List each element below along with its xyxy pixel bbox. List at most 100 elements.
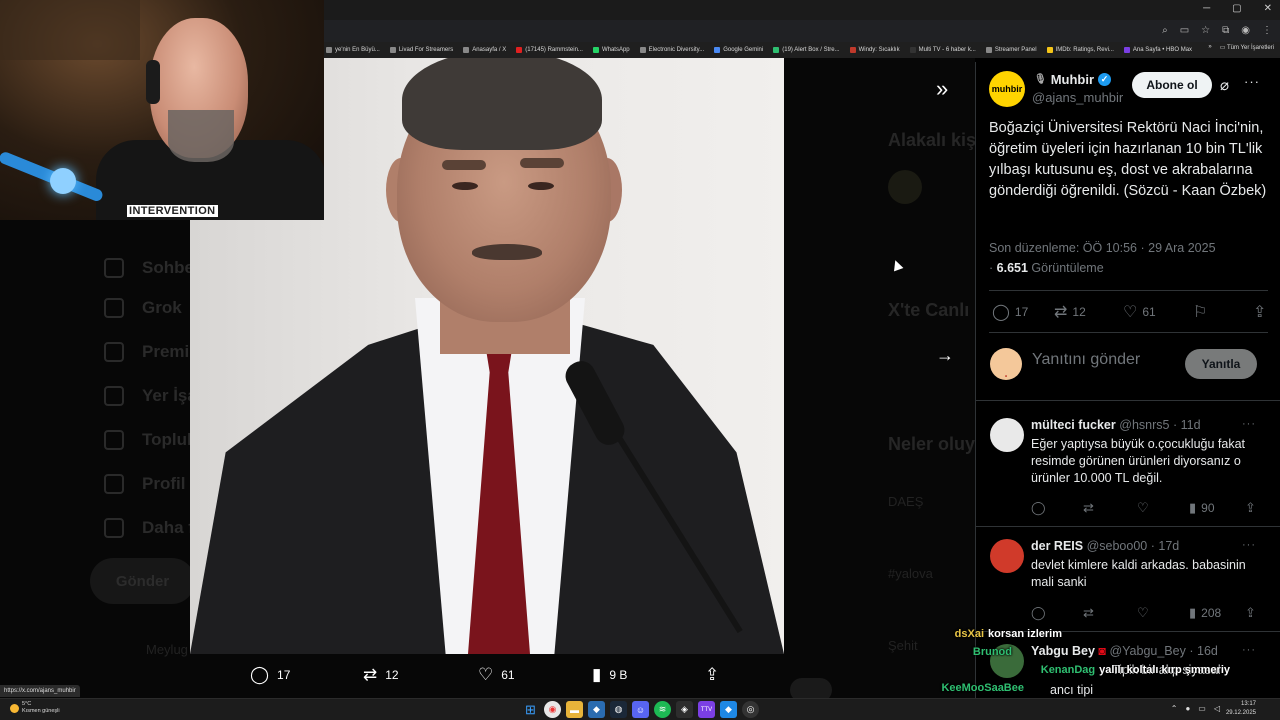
heart-icon[interactable]: ♡ (1137, 500, 1149, 516)
chevron-double-right-icon[interactable]: » (1208, 44, 1211, 51)
bookmark[interactable]: Ana Sayfa • HBO Max (1123, 47, 1192, 53)
share-button[interactable]: ⇪ (1253, 302, 1266, 322)
retweet-icon[interactable]: ⇄ (1083, 605, 1094, 621)
bookmark[interactable]: Electronic Diversity... (639, 47, 704, 53)
cast-icon[interactable]: ▭ (1180, 25, 1189, 36)
bookmarks-bar: ye'nin En Büyü... Livad For Streamers An… (324, 42, 1280, 58)
media-like-button[interactable]: ♡ 61 (478, 665, 515, 685)
network-icon[interactable]: ▭ (1198, 704, 1206, 713)
trend-item[interactable]: DAEŞ (888, 494, 923, 509)
share-icon[interactable]: ⇪ (1245, 500, 1256, 516)
author-handle[interactable]: @ajans_muhbir (1032, 90, 1123, 105)
address-bar-icons: ⌕ ▭ ☆ ⧉ ◉ ⋮ (1162, 25, 1272, 36)
views-button[interactable]: ▮ 90 (1189, 500, 1215, 516)
media-retweet-button[interactable]: ⇄ 12 (363, 665, 399, 685)
reply-button[interactable]: ◯ 17 (992, 302, 1028, 322)
bookmark[interactable]: Google Gemini (714, 47, 763, 53)
comment-avatar[interactable] (990, 539, 1024, 573)
chevron-up-icon[interactable]: ⌃ (1171, 704, 1178, 713)
address-bar[interactable]: ⌕ ▭ ☆ ⧉ ◉ ⋮ (324, 20, 1280, 42)
webcam-shelf (0, 0, 140, 60)
author-avatar[interactable]: muhbir (989, 71, 1025, 107)
app-icon[interactable]: ◈ (676, 701, 693, 718)
reply-icon[interactable]: ◯ (1031, 605, 1046, 621)
media-reply-button[interactable]: ◯ 17 (250, 665, 290, 685)
chrome-icon[interactable]: ◉ (544, 701, 561, 718)
obs-icon[interactable]: ◎ (742, 701, 759, 718)
heart-icon[interactable]: ♡ (1137, 605, 1149, 621)
retweet-icon[interactable]: ⇄ (1083, 500, 1094, 516)
author-name-row[interactable]: 🎙 Muhbir ✓ (1034, 72, 1112, 87)
maximize-icon[interactable]: ▢ (1232, 3, 1241, 14)
menu-icon[interactable]: ⋮ (1262, 25, 1272, 36)
next-media-arrow-icon[interactable]: → (936, 345, 954, 366)
reply-input[interactable]: Yanıtını gönder (1032, 351, 1140, 369)
media-views-button[interactable]: ▮ 9 B (592, 665, 627, 685)
bookmark[interactable]: IMDb: Ratings, Revi... (1046, 47, 1114, 53)
spotify-icon[interactable]: ≋ (654, 701, 671, 718)
reply-submit-button[interactable]: Yanıtla (1185, 349, 1257, 379)
more-options-icon[interactable]: ··· (1242, 418, 1256, 430)
bookmark[interactable]: Livad For Streamers (389, 47, 453, 53)
divider (989, 290, 1268, 291)
extensions-icon[interactable]: ⧉ (1222, 25, 1229, 36)
nav-item-chat[interactable]: Sohbet (104, 258, 200, 278)
folder-icon[interactable]: ▬ (566, 701, 583, 718)
grok-icon[interactable]: ⌀ (1220, 76, 1229, 94)
app-icon[interactable]: ◆ (588, 701, 605, 718)
tweet-panel: muhbir 🎙 Muhbir ✓ @ajans_muhbir Abone ol… (975, 62, 1280, 698)
taskbar-clock[interactable]: 13:17 29.12.2025 (1226, 700, 1256, 718)
divider (989, 332, 1268, 333)
related-heading: Alakalı kişi (888, 130, 975, 150)
trend-item[interactable]: #yalova (888, 566, 933, 581)
trend-item[interactable]: Şehit (888, 638, 918, 653)
live-heading: X'te Canlı (888, 300, 970, 320)
bookmark[interactable]: Anasayfa / X (463, 47, 506, 53)
app-icon[interactable]: ◆ (720, 701, 737, 718)
retweet-button[interactable]: ⇄ 12 (1054, 302, 1086, 322)
more-options-icon[interactable]: ··· (1242, 644, 1256, 656)
start-icon[interactable]: ⊞ (522, 701, 539, 718)
bookmark[interactable]: (19) Alert Box / Stre... (773, 47, 840, 53)
nav-item-profile[interactable]: Profil (104, 474, 185, 494)
streamelements-icon (773, 47, 780, 53)
weather-widget[interactable]: 5°C Kısmen güneşli (10, 701, 60, 715)
minimize-icon[interactable]: ─ (1203, 3, 1210, 14)
bookmark[interactable]: WhatsApp (592, 47, 630, 53)
follow-button[interactable]: Abone ol (1132, 72, 1212, 98)
zoom-icon[interactable]: ⌕ (1162, 25, 1168, 36)
webcam-microphone (50, 168, 76, 194)
more-options-icon[interactable]: ··· (1244, 74, 1260, 89)
nav-item-grok[interactable]: Grok (104, 298, 182, 318)
discord-icon[interactable]: ☺ (632, 701, 649, 718)
collapse-panel-icon[interactable]: » (936, 76, 948, 102)
media-share-button[interactable]: ⇪ (705, 665, 719, 685)
twitch-tool-icon[interactable]: TTV (698, 701, 715, 718)
bookmark-favicon-icon (389, 47, 396, 53)
bookmark[interactable]: Streamer Panel (985, 47, 1037, 53)
volume-icon[interactable]: ◁ (1214, 704, 1220, 713)
bookmark[interactable]: ye'nin En Büyü... (326, 47, 380, 53)
more-options-icon[interactable]: ··· (1242, 539, 1256, 551)
comment-avatar[interactable] (990, 644, 1024, 678)
share-icon[interactable]: ⇪ (1245, 605, 1256, 621)
bookmark[interactable]: Windy: Sıcaklık (849, 47, 900, 53)
post-button[interactable]: Gönder (90, 558, 195, 604)
steam-icon[interactable]: ◍ (610, 701, 627, 718)
reply-icon[interactable]: ◯ (1031, 500, 1046, 516)
account-switcher-name[interactable]: Meylug (146, 642, 188, 657)
comment-avatar[interactable] (990, 418, 1024, 452)
shirt-print: INTERVENTION (127, 205, 218, 217)
bookmark[interactable]: Multi TV - 6 haber k... (909, 47, 976, 53)
star-icon[interactable]: ☆ (1201, 25, 1210, 36)
profile-icon[interactable]: ◉ (1241, 25, 1250, 36)
bookmark[interactable]: (17145) Rammstein... (516, 47, 583, 53)
microphone-icon[interactable]: ● (1185, 704, 1190, 713)
all-bookmarks[interactable]: ▭ Tüm Yer İşaretleri (1220, 44, 1274, 51)
edited-timestamp[interactable]: Son düzenleme: ÖÖ 10:56 · 29 Ara 2025 (989, 238, 1269, 258)
bookmark-button[interactable]: ⚐ (1193, 302, 1207, 322)
views-button[interactable]: ▮ 208 (1189, 605, 1221, 621)
mail-icon (104, 258, 124, 278)
like-button[interactable]: ♡ 61 (1123, 302, 1156, 322)
close-icon[interactable]: ✕ (1264, 3, 1272, 14)
